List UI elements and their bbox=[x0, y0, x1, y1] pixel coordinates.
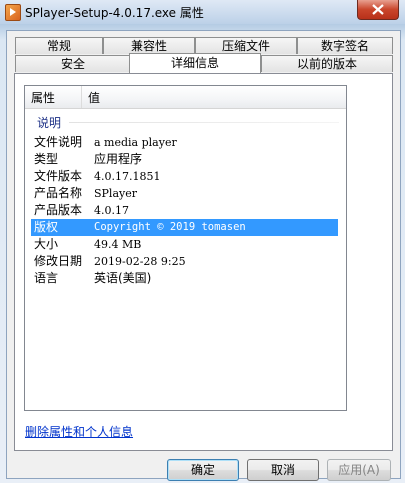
group-label: 说明 bbox=[37, 116, 62, 130]
property-name: 修改日期 bbox=[34, 254, 83, 268]
property-value: SPlayer bbox=[94, 187, 137, 200]
property-value: 英语(美国) bbox=[94, 271, 152, 285]
properties-list[interactable]: 属性 值 说明 文件说明 a media player 类型 应用程序 文件版本… bbox=[24, 85, 347, 411]
group-divider bbox=[69, 122, 339, 123]
list-item[interactable]: 文件版本 4.0.17.1851 bbox=[31, 168, 338, 185]
list-item[interactable]: 类型 应用程序 bbox=[31, 151, 338, 168]
apply-button[interactable]: 应用(A) bbox=[327, 459, 391, 481]
column-header-value[interactable]: 值 bbox=[88, 89, 100, 106]
property-name: 版权 bbox=[34, 220, 59, 234]
tab-digital-signatures[interactable]: 数字签名 bbox=[297, 37, 393, 54]
list-item[interactable]: 语言 英语(美国) bbox=[31, 270, 338, 287]
group-description: 说明 bbox=[31, 114, 341, 130]
cancel-button[interactable]: 取消 bbox=[247, 459, 319, 481]
property-name: 语言 bbox=[34, 271, 59, 285]
list-item[interactable]: 修改日期 2019-02-28 9:25 bbox=[31, 253, 338, 270]
ok-button[interactable]: 确定 bbox=[167, 459, 239, 481]
tab-details[interactable]: 详细信息 bbox=[129, 53, 261, 73]
properties-window: SPlayer-Setup-4.0.17.exe 属性 常规 兼容性 压缩文件 … bbox=[0, 0, 405, 483]
property-name: 文件版本 bbox=[34, 169, 83, 183]
property-name: 产品名称 bbox=[34, 186, 83, 200]
property-name: 文件说明 bbox=[34, 135, 83, 149]
property-value: 4.0.17 bbox=[94, 204, 129, 217]
list-item[interactable]: 大小 49.4 MB bbox=[31, 236, 338, 253]
property-value: 应用程序 bbox=[94, 152, 143, 166]
window-title: SPlayer-Setup-4.0.17.exe 属性 bbox=[25, 6, 204, 20]
property-value: 49.4 MB bbox=[94, 238, 142, 251]
remove-properties-link[interactable]: 删除属性和个人信息 bbox=[25, 423, 133, 440]
property-name: 产品版本 bbox=[34, 203, 83, 217]
app-icon bbox=[5, 4, 21, 21]
property-value: 4.0.17.1851 bbox=[94, 170, 161, 183]
property-name: 类型 bbox=[34, 152, 59, 166]
tab-archive[interactable]: 压缩文件 bbox=[195, 37, 297, 54]
close-icon bbox=[372, 4, 384, 15]
title-bar[interactable]: SPlayer-Setup-4.0.17.exe 属性 bbox=[0, 0, 405, 24]
close-button[interactable] bbox=[357, 0, 399, 20]
list-item-selected[interactable]: 版权 Copyright © 2019 tomasen bbox=[31, 219, 338, 236]
dialog-body: 常规 兼容性 压缩文件 数字签名 安全 详细信息 以前的版本 属性 值 说明 文… bbox=[6, 30, 401, 481]
property-name: 大小 bbox=[34, 237, 59, 251]
property-value: Copyright © 2019 tomasen bbox=[94, 221, 246, 233]
column-header-property[interactable]: 属性 bbox=[31, 89, 55, 106]
tab-previous-versions[interactable]: 以前的版本 bbox=[261, 55, 393, 72]
property-value: 2019-02-28 9:25 bbox=[94, 255, 186, 268]
property-value: a media player bbox=[94, 136, 177, 149]
tab-general[interactable]: 常规 bbox=[15, 37, 103, 54]
column-divider[interactable] bbox=[81, 86, 82, 108]
list-item[interactable]: 产品名称 SPlayer bbox=[31, 185, 338, 202]
list-item[interactable]: 文件说明 a media player bbox=[31, 134, 338, 151]
tab-security[interactable]: 安全 bbox=[15, 55, 131, 72]
tab-compatibility[interactable]: 兼容性 bbox=[103, 37, 195, 54]
list-item[interactable]: 产品版本 4.0.17 bbox=[31, 202, 338, 219]
list-header: 属性 值 bbox=[25, 86, 346, 109]
